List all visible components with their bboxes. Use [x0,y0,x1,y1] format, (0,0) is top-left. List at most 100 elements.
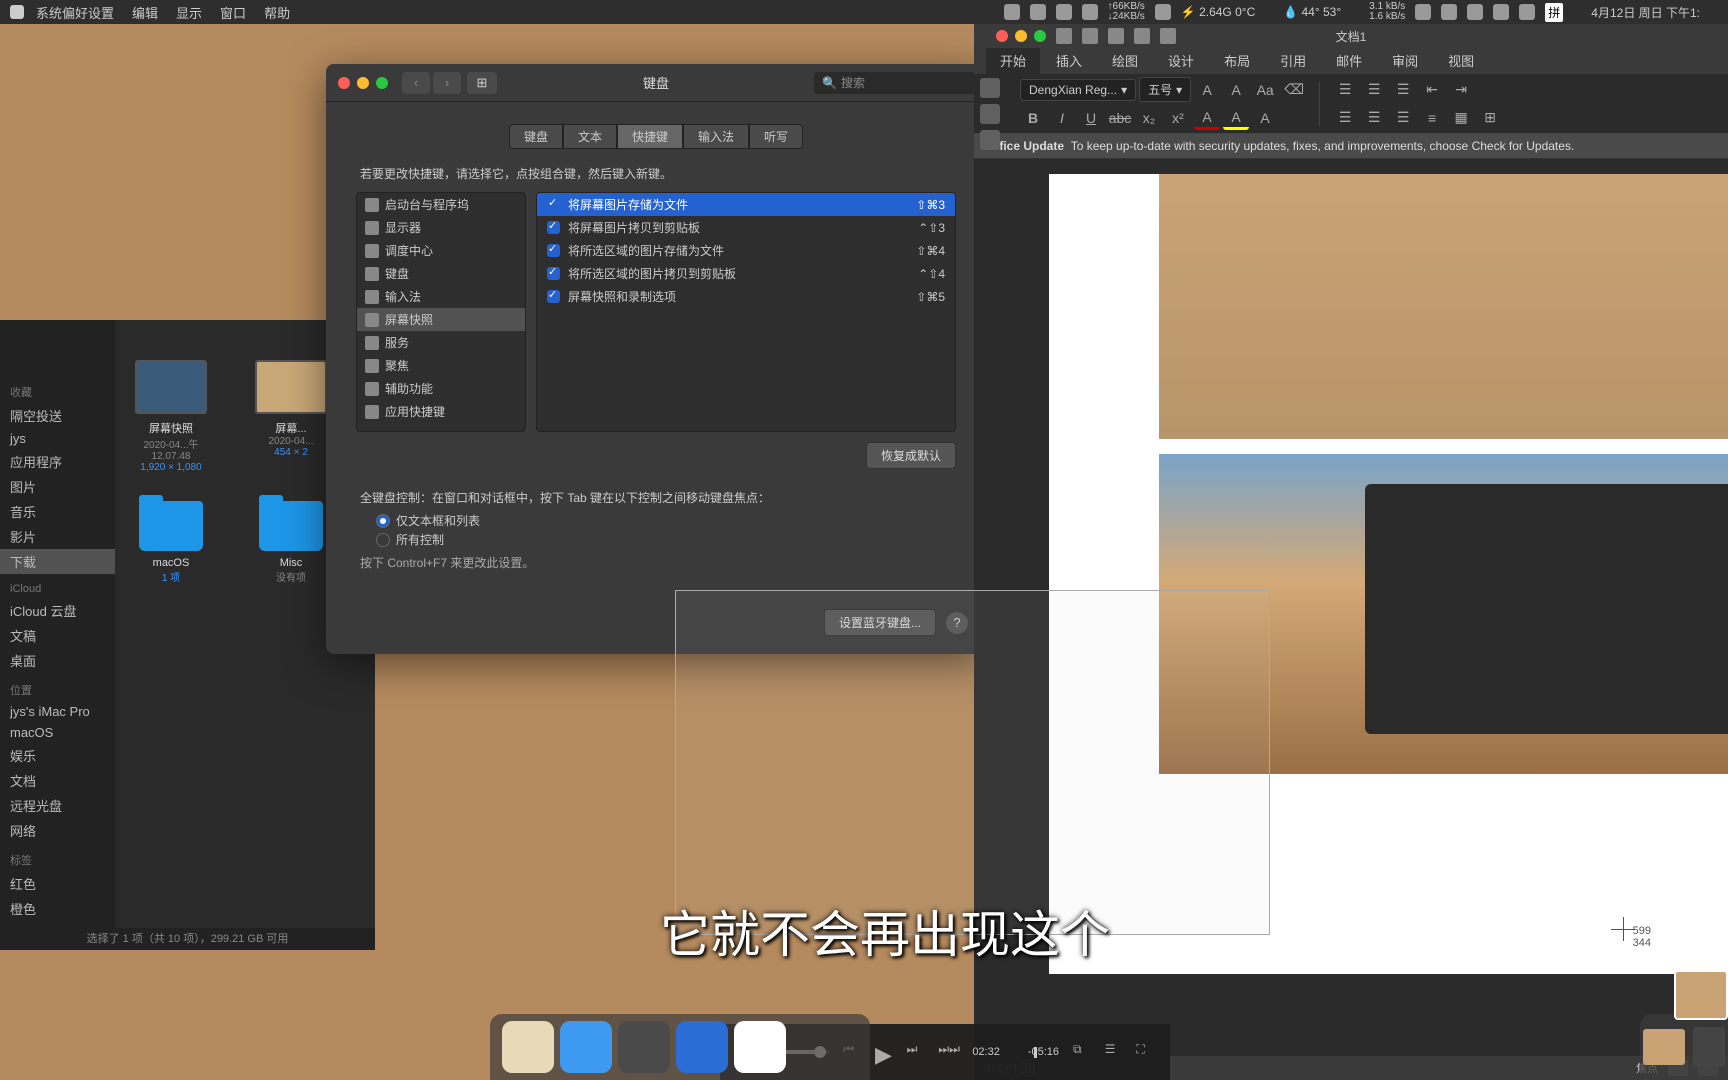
app-name[interactable]: 系统偏好设置 [36,3,114,22]
sidebar-tag-orange[interactable]: 橙色 [0,896,115,921]
restore-defaults-button[interactable]: 恢复成默认 [866,442,956,469]
radio-text-lists[interactable]: 仅文本框和列表 [376,512,936,529]
sidebar-airdrop[interactable]: 隔空投送 [0,403,115,428]
screenshot-selection-rect[interactable] [675,590,1270,935]
tab-draw[interactable]: 绘图 [1098,47,1152,74]
print-icon[interactable] [1160,28,1176,44]
sidebar-apps[interactable]: 应用程序 [0,449,115,474]
strike-button[interactable]: abc [1107,106,1133,130]
status-icon[interactable] [1056,4,1072,20]
close-button[interactable] [996,30,1008,42]
input-method[interactable]: 拼 [1545,3,1563,22]
sidebar-ent[interactable]: 娱乐 [0,743,115,768]
sidebar-docs[interactable]: 文档 [0,768,115,793]
category-screenshot[interactable]: 屏幕快照 [357,308,525,331]
shortcut-row[interactable]: 将所选区域的图片拷贝到剪贴板⌃⇧4 [537,262,955,285]
category-a11y[interactable]: 辅助功能 [357,377,525,400]
category-appshort[interactable]: 应用快捷键 [357,400,525,423]
sidebar-movies[interactable]: 影片 [0,524,115,549]
inserted-image-1[interactable] [1159,174,1728,439]
tab-references[interactable]: 引用 [1266,47,1320,74]
dock-safari-icon[interactable] [676,1021,728,1073]
sidebar-imac[interactable]: jys's iMac Pro [0,701,115,722]
bluetooth-icon[interactable] [1415,4,1431,20]
undo-icon[interactable] [1108,28,1124,44]
wifi-icon[interactable] [1441,4,1457,20]
radio-all-controls[interactable]: 所有控制 [376,531,936,548]
shading-button[interactable]: ▦ [1448,106,1474,130]
screenshot-thumbnail[interactable] [1674,970,1728,1020]
category-input[interactable]: 输入法 [357,285,525,308]
tab-home[interactable]: 开始 [986,47,1040,74]
menu-edit[interactable]: 编辑 [132,3,158,22]
downloads-stack-icon[interactable] [1643,1029,1685,1065]
sidebar-tag-red[interactable]: 红色 [0,871,115,896]
clear-format-button[interactable]: ⌫ [1281,78,1307,102]
shortcut-row[interactable]: 将所选区域的图片存储为文件⇧⌘4 [537,239,955,262]
format-painter-icon[interactable] [980,130,1000,150]
dock-chrome-icon[interactable] [734,1021,786,1073]
volume-icon[interactable] [1493,4,1509,20]
fullscreen-button[interactable]: ⛶ [1136,1042,1154,1062]
bold-button[interactable]: B [1020,106,1046,130]
decrease-indent-button[interactable]: ⇤ [1419,78,1445,102]
fast-forward-button[interactable]: ⏭⏭ [938,1042,958,1062]
font-select[interactable]: DengXian Reg... ▾ [1020,79,1136,101]
tab-input[interactable]: 输入法 [683,124,749,149]
tab-shortcuts[interactable]: 快捷键 [617,124,683,149]
superscript-button[interactable]: x² [1165,106,1191,130]
folder-item[interactable]: macOS 1 项 [125,501,217,584]
sidebar-icloud[interactable]: iCloud 云盘 [0,598,115,623]
cut-icon[interactable] [980,104,1000,124]
align-left-button[interactable]: ☰ [1332,106,1358,130]
spacer-icon[interactable] [1155,4,1171,20]
underline-button[interactable]: U [1078,106,1104,130]
grow-font-button[interactable]: A [1194,78,1220,102]
line-spacing-button[interactable]: ≡ [1419,106,1445,130]
apple-menu-icon[interactable] [10,5,24,19]
multilevel-list-button[interactable]: ☰ [1390,78,1416,102]
sidebar-music[interactable]: 音乐 [0,499,115,524]
redo-icon[interactable] [1134,28,1150,44]
dock-notes-icon[interactable] [502,1021,554,1073]
category-launchpad[interactable]: 启动台与程序坞 [357,193,525,216]
play-button[interactable]: ▶ [875,1042,893,1062]
home-icon[interactable] [1056,28,1072,44]
folder-item[interactable]: Misc 没有项 [245,501,337,584]
tab-insert[interactable]: 插入 [1042,47,1096,74]
change-case-button[interactable]: Aa [1252,78,1278,102]
file-item[interactable]: 屏幕... 2020-04... 454 × 2 [245,360,337,473]
dock-finder-icon[interactable] [560,1021,612,1073]
forward-button[interactable]: › [433,72,461,94]
tab-review[interactable]: 审阅 [1378,47,1432,74]
menu-view[interactable]: 显示 [176,3,202,22]
tab-design[interactable]: 设计 [1154,47,1208,74]
siri-icon[interactable] [1519,4,1535,20]
sidebar-network[interactable]: 网络 [0,818,115,843]
dock-launchpad-icon[interactable] [618,1021,670,1073]
subscript-button[interactable]: x₂ [1136,106,1162,130]
airplay-icon[interactable] [1467,4,1483,20]
trash-icon[interactable] [1693,1027,1725,1067]
text-effects-button[interactable]: A [1252,106,1278,130]
number-list-button[interactable]: ☰ [1361,78,1387,102]
minimize-button[interactable] [1015,30,1027,42]
shortcut-row[interactable]: 将屏幕图片拷贝到剪贴板⌃⇧3 [537,216,955,239]
menu-help[interactable]: 帮助 [264,3,290,22]
fontsize-select[interactable]: 五号 ▾ [1139,77,1191,102]
zoom-button[interactable] [1034,30,1046,42]
align-right-button[interactable]: ☰ [1390,106,1416,130]
shrink-font-button[interactable]: A [1223,78,1249,102]
chapters-button[interactable]: ☰ [1105,1042,1123,1062]
zoom-button[interactable] [376,77,388,89]
back-button[interactable]: ‹ [402,72,430,94]
menu-window[interactable]: 窗口 [220,3,246,22]
wechat-icon[interactable] [1004,4,1020,20]
category-display[interactable]: 显示器 [357,216,525,239]
tab-keyboard[interactable]: 键盘 [509,124,563,149]
sidebar-documents[interactable]: 文稿 [0,623,115,648]
italic-button[interactable]: I [1049,106,1075,130]
step-forward-button[interactable]: ⏭ [907,1042,925,1062]
category-keyboard[interactable]: 键盘 [357,262,525,285]
category-spotlight[interactable]: 聚焦 [357,354,525,377]
